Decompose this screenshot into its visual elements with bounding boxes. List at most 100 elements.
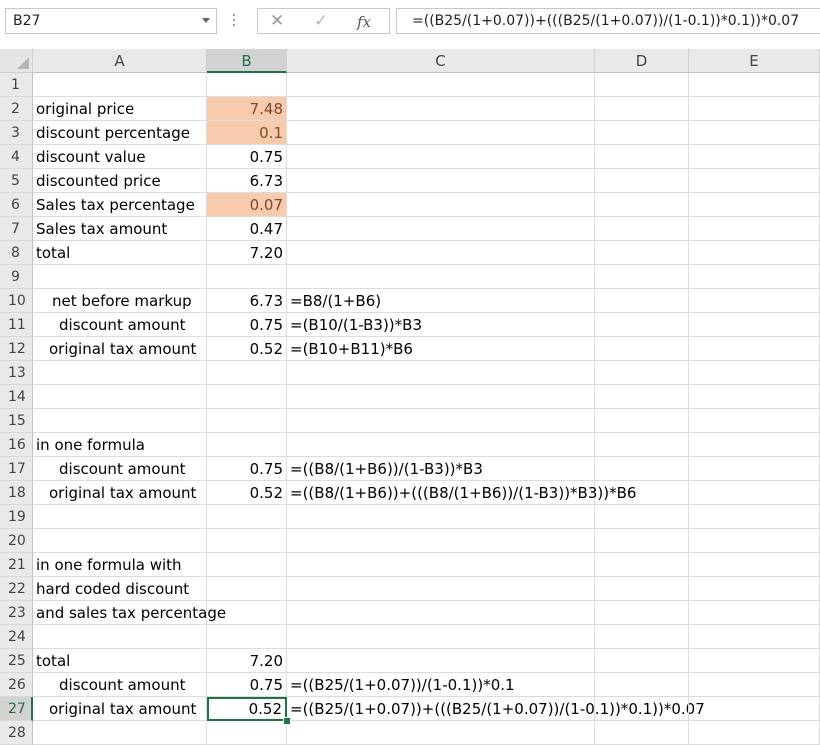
- cell-c28[interactable]: [287, 721, 595, 745]
- cell-b22[interactable]: [207, 577, 287, 601]
- cell-d26[interactable]: [595, 673, 689, 697]
- cell-b3[interactable]: 0.1: [207, 121, 287, 145]
- row-header-11[interactable]: 11: [0, 313, 33, 337]
- row-header-28[interactable]: 28: [0, 721, 33, 745]
- cell-a9[interactable]: [33, 265, 207, 289]
- cell-d21[interactable]: [595, 553, 689, 577]
- cell-a15[interactable]: [33, 409, 207, 433]
- cell-a17[interactable]: discount amount: [33, 457, 207, 481]
- cell-a20[interactable]: [33, 529, 207, 553]
- cell-c14[interactable]: [287, 385, 595, 409]
- cell-b26[interactable]: 0.75: [207, 673, 287, 697]
- cell-e8[interactable]: [689, 241, 820, 265]
- cell-d12[interactable]: [595, 337, 689, 361]
- cell-d1[interactable]: [595, 73, 689, 97]
- cell-b12[interactable]: 0.52: [207, 337, 287, 361]
- cell-b4[interactable]: 0.75: [207, 145, 287, 169]
- cell-c16[interactable]: [287, 433, 595, 457]
- row-header-4[interactable]: 4: [0, 145, 33, 169]
- cell-d28[interactable]: [595, 721, 689, 745]
- cell-c3[interactable]: [287, 121, 595, 145]
- insert-function-icon[interactable]: fx: [357, 12, 371, 32]
- cell-a8[interactable]: total: [33, 241, 207, 265]
- chevron-down-icon[interactable]: [202, 18, 210, 23]
- cell-c13[interactable]: [287, 361, 595, 385]
- cell-d13[interactable]: [595, 361, 689, 385]
- cell-d24[interactable]: [595, 625, 689, 649]
- cell-a18[interactable]: original tax amount: [33, 481, 207, 505]
- cell-a6[interactable]: Sales tax percentage: [33, 193, 207, 217]
- cell-e25[interactable]: [689, 649, 820, 673]
- cell-a5[interactable]: discounted price: [33, 169, 207, 193]
- cell-b13[interactable]: [207, 361, 287, 385]
- row-header-16[interactable]: 16: [0, 433, 33, 457]
- cell-a14[interactable]: [33, 385, 207, 409]
- cell-e2[interactable]: [689, 97, 820, 121]
- cell-b9[interactable]: [207, 265, 287, 289]
- cell-e28[interactable]: [689, 721, 820, 745]
- cell-c27[interactable]: =((B25/(1+0.07))+(((B25/(1+0.07))/(1-0.1…: [287, 697, 705, 721]
- cell-e9[interactable]: [689, 265, 820, 289]
- cell-a26[interactable]: discount amount: [33, 673, 207, 697]
- row-header-8[interactable]: 8: [0, 241, 33, 265]
- row-header-3[interactable]: 3: [0, 121, 33, 145]
- cell-d18[interactable]: [595, 481, 689, 505]
- column-header-d[interactable]: D: [595, 49, 689, 73]
- cell-d20[interactable]: [595, 529, 689, 553]
- cell-e20[interactable]: [689, 529, 820, 553]
- cell-a7[interactable]: Sales tax amount: [33, 217, 207, 241]
- cell-e23[interactable]: [689, 601, 820, 625]
- cell-d16[interactable]: [595, 433, 689, 457]
- row-header-18[interactable]: 18: [0, 481, 33, 505]
- cell-e27[interactable]: [689, 697, 820, 721]
- row-header-6[interactable]: 6: [0, 193, 33, 217]
- row-header-9[interactable]: 9: [0, 265, 33, 289]
- cell-b23[interactable]: [207, 601, 287, 625]
- cell-d14[interactable]: [595, 385, 689, 409]
- cell-c24[interactable]: [287, 625, 595, 649]
- cell-e24[interactable]: [689, 625, 820, 649]
- cell-d2[interactable]: [595, 97, 689, 121]
- cell-a13[interactable]: [33, 361, 207, 385]
- cell-d17[interactable]: [595, 457, 689, 481]
- cell-e4[interactable]: [689, 145, 820, 169]
- row-header-7[interactable]: 7: [0, 217, 33, 241]
- cell-c9[interactable]: [287, 265, 595, 289]
- cell-c23[interactable]: [287, 601, 595, 625]
- cell-b1[interactable]: [207, 73, 287, 97]
- cell-e15[interactable]: [689, 409, 820, 433]
- cell-b8[interactable]: 7.20: [207, 241, 287, 265]
- cell-e5[interactable]: [689, 169, 820, 193]
- drag-handle-icon[interactable]: [232, 12, 236, 30]
- cell-a27[interactable]: original tax amount: [33, 697, 207, 721]
- cell-e13[interactable]: [689, 361, 820, 385]
- row-header-13[interactable]: 13: [0, 361, 33, 385]
- cell-a10[interactable]: net before markup: [33, 289, 207, 313]
- cell-b5[interactable]: 6.73: [207, 169, 287, 193]
- cell-e19[interactable]: [689, 505, 820, 529]
- row-header-26[interactable]: 26: [0, 673, 33, 697]
- cell-a12[interactable]: original tax amount: [33, 337, 207, 361]
- row-header-1[interactable]: 1: [0, 73, 33, 97]
- row-header-15[interactable]: 15: [0, 409, 33, 433]
- cell-c5[interactable]: [287, 169, 595, 193]
- row-header-22[interactable]: 22: [0, 577, 33, 601]
- row-header-17[interactable]: 17: [0, 457, 33, 481]
- column-header-e[interactable]: E: [689, 49, 820, 73]
- cell-d7[interactable]: [595, 217, 689, 241]
- cell-c12[interactable]: =(B10+B11)*B6: [287, 337, 595, 361]
- cell-a19[interactable]: [33, 505, 207, 529]
- formula-input[interactable]: =((B25/(1+0.07))+(((B25/(1+0.07))/(1-0.1…: [396, 8, 820, 34]
- cell-e11[interactable]: [689, 313, 820, 337]
- cell-b24[interactable]: [207, 625, 287, 649]
- row-header-25[interactable]: 25: [0, 649, 33, 673]
- cell-d19[interactable]: [595, 505, 689, 529]
- cell-e16[interactable]: [689, 433, 820, 457]
- row-header-2[interactable]: 2: [0, 97, 33, 121]
- cell-c21[interactable]: [287, 553, 595, 577]
- cell-b20[interactable]: [207, 529, 287, 553]
- cell-e1[interactable]: [689, 73, 820, 97]
- cell-b7[interactable]: 0.47: [207, 217, 287, 241]
- row-header-27[interactable]: 27: [0, 697, 33, 721]
- row-header-24[interactable]: 24: [0, 625, 33, 649]
